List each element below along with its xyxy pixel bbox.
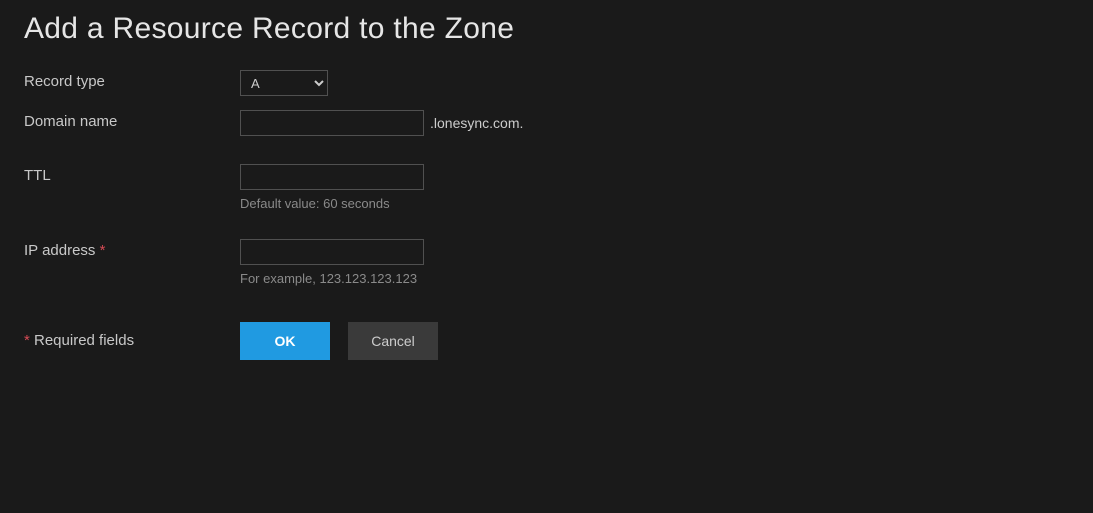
domain-name-input[interactable]	[240, 110, 424, 136]
ip-address-hint: For example, 123.123.123.123	[240, 271, 424, 286]
cancel-button[interactable]: Cancel	[348, 322, 438, 360]
ip-address-input[interactable]	[240, 239, 424, 265]
required-star-icon: *	[100, 242, 106, 259]
ok-button[interactable]: OK	[240, 322, 330, 360]
row-record-type: Record type A	[24, 70, 1069, 96]
label-domain-name: Domain name	[24, 110, 240, 130]
label-ttl: TTL	[24, 164, 240, 184]
ttl-hint: Default value: 60 seconds	[240, 196, 424, 211]
record-type-select[interactable]: A	[240, 70, 328, 96]
row-ip-address: IP address * For example, 123.123.123.12…	[24, 239, 1069, 286]
label-ip-address: IP address *	[24, 239, 240, 259]
required-fields-text: Required fields	[30, 332, 134, 349]
ttl-input[interactable]	[240, 164, 424, 190]
domain-suffix: .lonesync.com.	[430, 115, 523, 131]
required-fields-note: * Required fields	[24, 322, 240, 349]
label-record-type: Record type	[24, 70, 240, 90]
page-title: Add a Resource Record to the Zone	[24, 12, 1069, 46]
row-ttl: TTL Default value: 60 seconds	[24, 164, 1069, 211]
actions-row: * Required fields OK Cancel	[24, 322, 1069, 360]
label-ip-address-text: IP address	[24, 242, 95, 259]
row-domain-name: Domain name .lonesync.com.	[24, 110, 1069, 136]
